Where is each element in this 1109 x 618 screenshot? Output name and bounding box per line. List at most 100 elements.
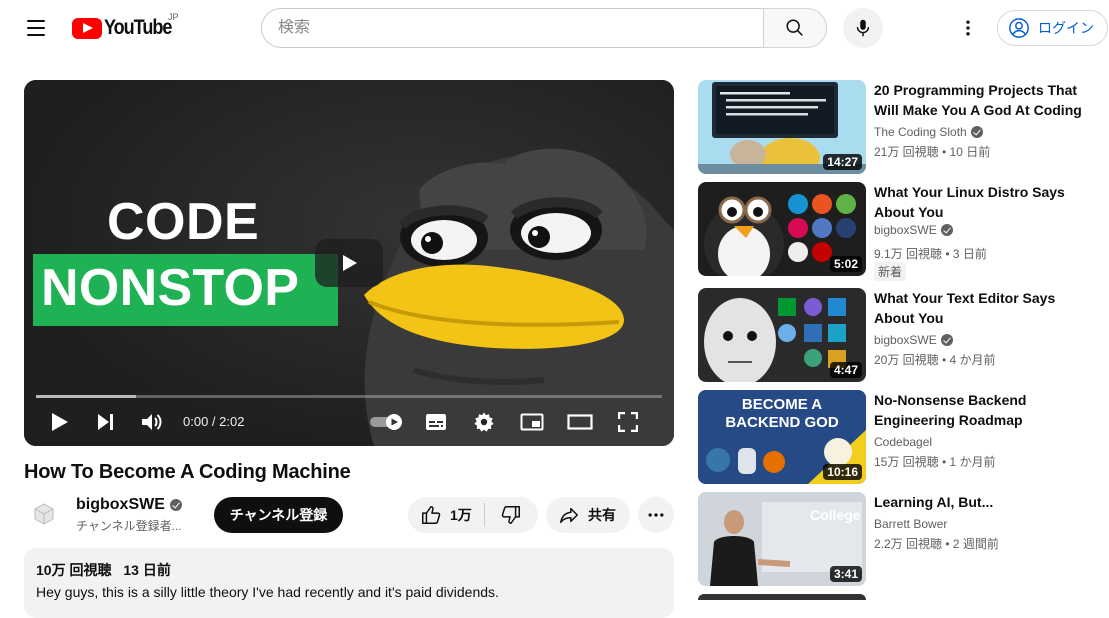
video-duration: 14:27 bbox=[823, 154, 862, 170]
rec-meta: 2.2万 回視聴 • 2 週間前 bbox=[874, 537, 999, 551]
menu-line bbox=[27, 27, 45, 29]
search-button[interactable] bbox=[763, 8, 827, 48]
subtitles-button[interactable] bbox=[420, 406, 452, 438]
channel-avatar[interactable] bbox=[24, 494, 64, 534]
search-icon bbox=[786, 19, 803, 36]
menu-line bbox=[27, 34, 45, 36]
description-text: Hey guys, this is a silly little theory … bbox=[36, 584, 499, 600]
upload-age: 13 日前 bbox=[123, 562, 171, 578]
autoplay-toggle-icon bbox=[370, 414, 402, 430]
rec-meta: 21万 回視聴 • 10 日前 bbox=[874, 145, 991, 159]
video-duration: 10:16 bbox=[823, 464, 862, 480]
fullscreen-button[interactable] bbox=[612, 406, 644, 438]
rec-thumbnail: 4:47 bbox=[698, 288, 866, 382]
theater-mode-icon bbox=[567, 414, 593, 430]
settings-menu-button[interactable] bbox=[952, 12, 984, 44]
recommended-video[interactable]: BECOME A BACKEND GOD 10:16 No-Nonsense B… bbox=[698, 390, 1098, 484]
rec-channel-name: The Coding Sloth bbox=[874, 125, 967, 139]
youtube-play-icon bbox=[72, 17, 102, 39]
autoplay-toggle[interactable] bbox=[366, 406, 406, 438]
video-duration: 5:02 bbox=[829, 256, 862, 272]
subscriber-count: チャンネル登録者... bbox=[76, 519, 182, 533]
thumbs-up-icon bbox=[422, 506, 441, 524]
miniplayer-icon bbox=[520, 413, 544, 431]
rec-title: What Your Linux Distro Says About You bbox=[874, 184, 1065, 220]
verified-icon bbox=[970, 126, 983, 138]
country-code: JP bbox=[168, 12, 179, 22]
rec-thumbnail: 5:02 bbox=[698, 182, 866, 276]
voice-search-button[interactable] bbox=[843, 8, 883, 48]
play-button[interactable] bbox=[44, 406, 76, 438]
new-badge: 新着 bbox=[874, 262, 907, 281]
time-display: 0:00 / 2:02 bbox=[183, 414, 245, 429]
channel-name[interactable]: bigboxSWE bbox=[76, 496, 182, 514]
thumbs-down-icon bbox=[501, 506, 520, 524]
rec-title: 20 Programming Projects That Will Make Y… bbox=[874, 82, 1082, 118]
video-duration: 3:41 bbox=[829, 566, 862, 582]
next-button[interactable] bbox=[90, 406, 122, 438]
rec-title: Learning AI, But... bbox=[874, 494, 994, 510]
rec-channel: bigboxSWE bbox=[874, 333, 953, 347]
recommended-video-partial[interactable] bbox=[698, 594, 1098, 600]
rec-thumbnail bbox=[698, 594, 866, 600]
masthead: YouTube JP ログイン bbox=[0, 0, 1109, 56]
recommended-video[interactable]: 5:02 What Your Linux Distro Says About Y… bbox=[698, 182, 1098, 281]
share-icon bbox=[560, 507, 578, 524]
verified-icon bbox=[169, 499, 182, 511]
miniplayer-button[interactable] bbox=[516, 406, 548, 438]
rec-title: What Your Text Editor Says About You bbox=[874, 290, 1056, 326]
guide-menu-button[interactable] bbox=[18, 16, 54, 40]
rec-thumbnail: College 3:41 bbox=[698, 492, 866, 586]
rec-channel: bigboxSWE bbox=[874, 223, 953, 237]
share-label: 共有 bbox=[588, 507, 616, 523]
recommended-video[interactable]: 14:27 20 Programming Projects That Will … bbox=[698, 80, 1098, 174]
subscribe-button[interactable]: チャンネル登録 bbox=[214, 497, 343, 533]
large-play-button[interactable] bbox=[315, 239, 383, 287]
rec-channel-name: bigboxSWE bbox=[874, 223, 937, 237]
rec-meta: 9.1万 回視聴 • 3 日前 bbox=[874, 247, 987, 261]
rec-channel: The Coding Sloth bbox=[874, 125, 983, 139]
share-button[interactable]: 共有 bbox=[546, 497, 630, 533]
menu-line bbox=[27, 20, 45, 22]
progress-bar[interactable] bbox=[36, 395, 662, 398]
rec-thumb-text: BECOME A BACKEND GOD bbox=[725, 396, 839, 431]
login-button[interactable]: ログイン bbox=[997, 10, 1108, 46]
recommended-video[interactable]: 4:47 What Your Text Editor Says About Yo… bbox=[698, 288, 1098, 382]
recommended-video[interactable]: College 3:41 Learning AI, But... Barrett… bbox=[698, 492, 1098, 586]
rec-thumb-text: College bbox=[810, 507, 861, 523]
verified-icon bbox=[940, 224, 953, 236]
rec-thumbnail: 14:27 bbox=[698, 80, 866, 174]
subtitles-icon bbox=[426, 414, 446, 430]
youtube-logo[interactable]: YouTube bbox=[72, 16, 182, 40]
video-player[interactable]: CODE NONSTOP 0:00 / 2:02 bbox=[24, 80, 674, 446]
volume-icon bbox=[142, 414, 162, 430]
account-circle-icon bbox=[1009, 18, 1029, 38]
microphone-icon bbox=[856, 19, 870, 37]
fullscreen-icon bbox=[618, 412, 638, 432]
thumbnail-text-line2: NONSTOP bbox=[41, 259, 300, 317]
rec-channel: Codebagel bbox=[874, 435, 932, 449]
skip-next-icon bbox=[98, 414, 113, 430]
more-horiz-icon bbox=[648, 513, 664, 517]
rec-channel-name: Barrett Bower bbox=[874, 517, 948, 531]
login-label: ログイン bbox=[1038, 20, 1094, 36]
search-input[interactable] bbox=[278, 19, 764, 37]
like-count: 1万 bbox=[450, 507, 472, 523]
more-actions-button[interactable] bbox=[638, 497, 674, 533]
theater-mode-button[interactable] bbox=[564, 406, 596, 438]
verified-icon bbox=[940, 334, 953, 346]
settings-button[interactable] bbox=[468, 406, 500, 438]
cube-avatar-icon bbox=[34, 503, 54, 525]
view-count: 10万 回視聴 bbox=[36, 562, 112, 578]
description-box[interactable]: 10万 回視聴 13 日前 Hey guys, this is a silly … bbox=[24, 548, 674, 618]
rec-channel-name: bigboxSWE bbox=[874, 333, 937, 347]
gear-icon bbox=[474, 412, 494, 432]
view-stats: 10万 回視聴 13 日前 bbox=[36, 560, 662, 580]
search-box[interactable] bbox=[261, 8, 764, 48]
mute-button[interactable] bbox=[136, 406, 168, 438]
dislike-button[interactable] bbox=[485, 497, 537, 533]
rec-title: No-Nonsense Backend Engineering Roadmap bbox=[874, 392, 1027, 428]
play-icon bbox=[52, 413, 68, 431]
thumbnail-text-line1: CODE bbox=[107, 193, 260, 251]
like-button[interactable]: 1万 bbox=[408, 503, 485, 527]
